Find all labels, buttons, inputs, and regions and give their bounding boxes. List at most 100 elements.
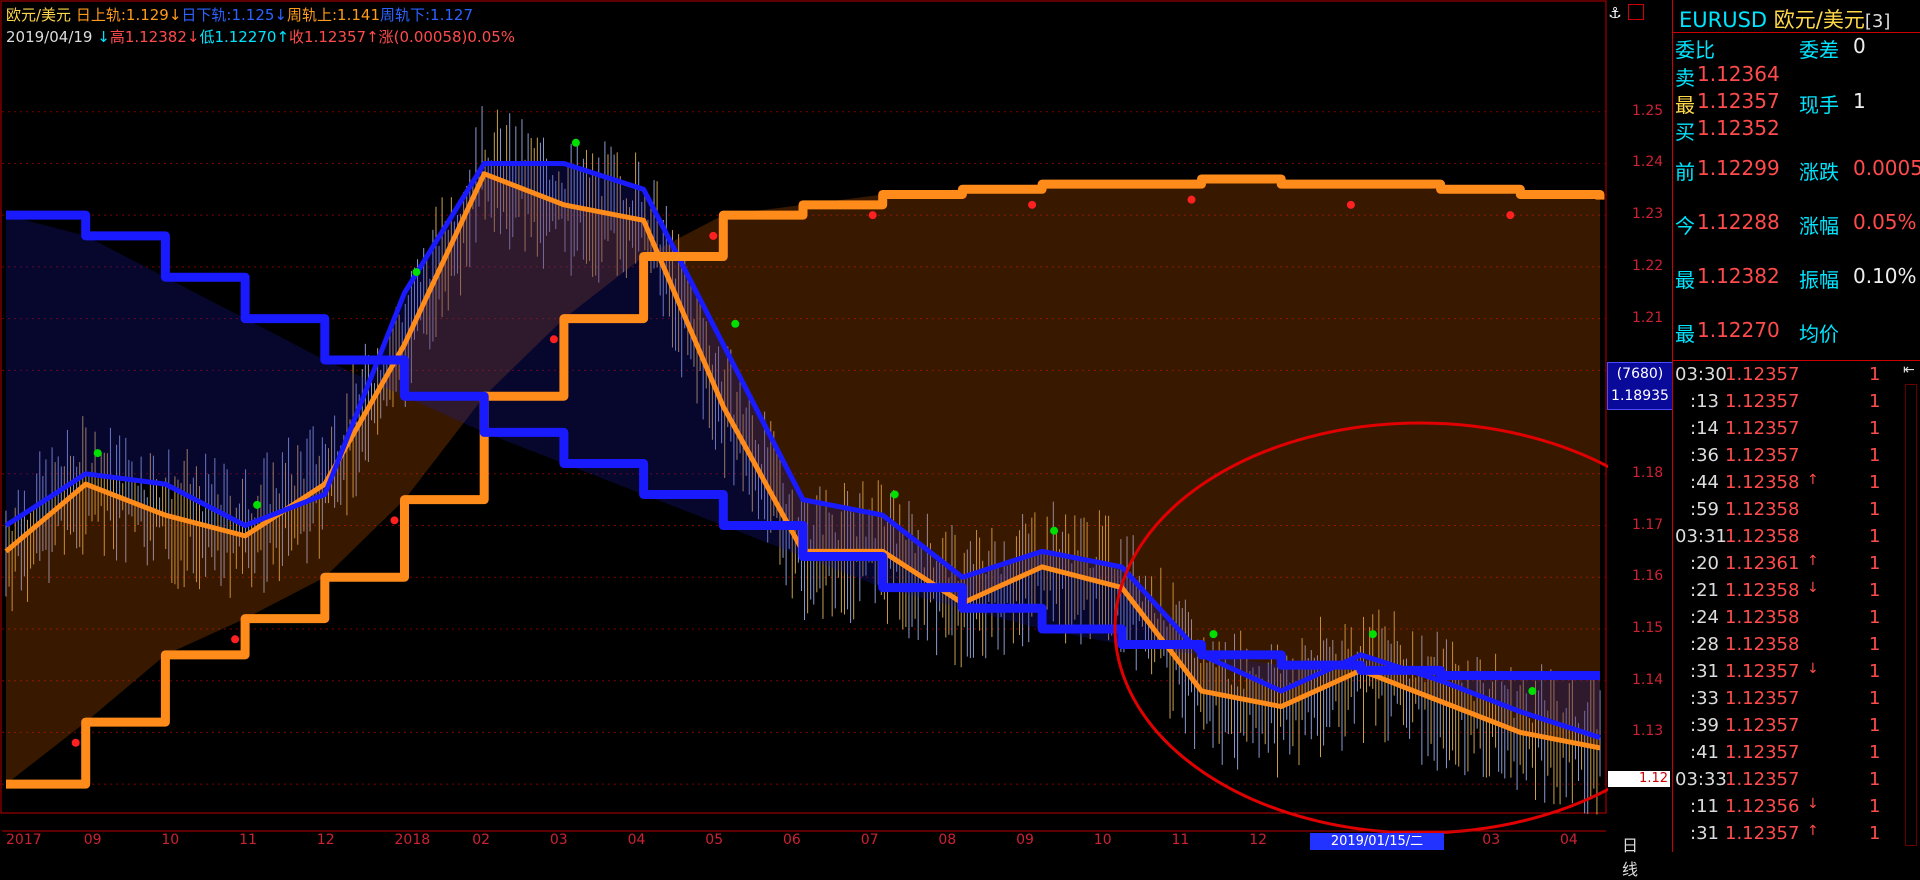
ohlc-value-0: ↓ [97, 28, 110, 46]
buy-signal-dot [412, 268, 421, 277]
trade-time: :41 [1690, 742, 1719, 763]
current-price-tag: 1.12 [1608, 771, 1670, 787]
trade-row[interactable]: :11 1.12356 ↓ 1 [1673, 796, 1920, 823]
buy-signal-dot [571, 138, 580, 147]
symbol-label: 欧元/美元 [6, 6, 72, 24]
trade-price: 1.12357 [1725, 715, 1800, 736]
trade-row[interactable]: :24 1.12358 1 [1673, 607, 1920, 634]
quote-row: 前1.12299 涨跌 0.00058 [1673, 156, 1920, 184]
y-tick-label: 1.16 [1632, 568, 1664, 585]
scroll-track[interactable] [1905, 384, 1917, 846]
quote-row: 最 1.12357 现手 1 [1673, 89, 1920, 117]
scrollbar[interactable]: ⇤ [1901, 362, 1919, 850]
quote-row: 最 1.12270 均价 [1673, 318, 1920, 346]
y-tick-label: 1.21 [1632, 309, 1664, 326]
x-tick-label: 06 [783, 832, 801, 848]
trade-row[interactable]: :14 1.12357 1 [1673, 418, 1920, 445]
window-toggle-icon[interactable] [1628, 4, 1644, 20]
quote-row: 今 1.12288 涨幅 0.05% [1673, 210, 1920, 238]
y-tick-label: 1.24 [1632, 154, 1664, 171]
trade-volume: 1 [1869, 418, 1881, 439]
trade-volume: 1 [1869, 769, 1881, 790]
price-chart[interactable]: 欧元/美元 日上轨:1.129↓日下轨:1.125↓周轨上:1.141周轨下:1… [0, 0, 1727, 879]
channel-value-4: 周轨上:1.141 [287, 6, 380, 24]
expand-icon[interactable]: ⇤ [1903, 362, 1915, 378]
trade-price: 1.12357 [1725, 661, 1800, 682]
trade-volume: 1 [1869, 553, 1881, 574]
buy-signal-dot [1209, 630, 1218, 639]
trade-row[interactable]: 03:31 1.12358 1 [1673, 526, 1920, 553]
trade-time: :14 [1690, 418, 1719, 439]
trade-volume: 1 [1869, 580, 1881, 601]
ohlc-value-8: 0.05% [467, 28, 516, 46]
quote-name: 欧元/美元 [1773, 8, 1865, 32]
quote-label: 买 [1675, 120, 1695, 144]
x-tick-label: 2018 [394, 832, 431, 848]
buy-signal-dot [731, 319, 740, 328]
buy-signal-dot [890, 490, 899, 499]
trade-row[interactable]: :20 1.12361 ↑ 1 [1673, 553, 1920, 580]
trade-price: 1.12357 [1725, 769, 1800, 790]
trade-row[interactable]: 03:30 1.12357 1 [1673, 364, 1920, 391]
trade-price: 1.12357 [1725, 391, 1800, 412]
divider [1673, 360, 1920, 361]
quote-value-right: 0 [1853, 34, 1866, 58]
anchor-icon[interactable]: ⚓ [1606, 4, 1624, 22]
trade-row[interactable]: :39 1.12357 1 [1673, 715, 1920, 742]
buy-signal-dot [1050, 526, 1059, 535]
sell-signal-dot [709, 231, 718, 240]
trade-row[interactable]: :13 1.12357 1 [1673, 391, 1920, 418]
cursor-date-box: 2019/01/15/二 [1310, 833, 1444, 850]
trade-arrow: ↑ [1807, 472, 1819, 488]
trade-row[interactable]: :41 1.12357 1 [1673, 742, 1920, 769]
trade-price: 1.12361 [1725, 553, 1800, 574]
ohlc-value-6: ↑ [366, 28, 379, 46]
trade-row[interactable]: 03:33 1.12357 1 [1673, 769, 1920, 796]
sell-signal-dot [1028, 200, 1037, 209]
quote-label-right: 涨跌 [1799, 160, 1839, 184]
x-tick-label: 02 [472, 832, 491, 848]
trade-row[interactable]: :31 1.12357 ↓ 1 [1673, 661, 1920, 688]
trade-row[interactable]: :59 1.12358 1 [1673, 499, 1920, 526]
x-tick-label: 10 [161, 832, 180, 848]
y-tick-label: 1.13 [1632, 723, 1664, 740]
cursor-price: 1.18935 [1611, 388, 1669, 404]
quote-row: 最 1.12382 振幅 0.10% [1673, 264, 1920, 292]
sell-signal-dot [231, 635, 240, 644]
trade-arrow: ↑ [1807, 823, 1819, 839]
period-label[interactable]: 日线 [1622, 832, 1638, 880]
quote-label: 最 [1675, 93, 1695, 117]
trade-row[interactable]: :21 1.12358 ↓ 1 [1673, 580, 1920, 607]
trade-arrow: ↓ [1807, 796, 1819, 812]
x-tick-label: 04 [627, 832, 646, 848]
trade-row[interactable]: :31 1.12357 ↑ 1 [1673, 823, 1920, 850]
ohlc-value-3: 低1.12270 [199, 28, 277, 46]
quote-label: 今 [1675, 214, 1695, 238]
channel-values: 日上轨:1.129↓日下轨:1.125↓周轨上:1.141周轨下:1.127 [76, 6, 473, 24]
sell-signal-dot [1506, 211, 1515, 220]
buy-signal-dot [1528, 687, 1537, 696]
trade-volume: 1 [1869, 526, 1881, 547]
trade-price: 1.12358 [1725, 499, 1800, 520]
trade-row[interactable]: :33 1.12357 1 [1673, 688, 1920, 715]
trade-row[interactable]: :36 1.12357 1 [1673, 445, 1920, 472]
trade-time: :39 [1690, 715, 1719, 736]
trade-price: 1.12357 [1725, 418, 1800, 439]
trade-time: :44 [1690, 472, 1719, 493]
y-tick-label: 1.14 [1632, 671, 1664, 688]
trade-row[interactable]: :28 1.12358 1 [1673, 634, 1920, 661]
trade-time: :31 [1690, 661, 1719, 682]
quote-value: 1.12270 [1697, 318, 1780, 342]
trade-price: 1.12358 [1725, 607, 1800, 628]
ohlc-value-7: 涨(0.00058) [378, 28, 468, 46]
quote-value-right: 0.05% [1853, 210, 1917, 234]
quote-row: 委比 委差 0 [1673, 34, 1920, 62]
x-tick-label: 05 [705, 832, 724, 848]
trade-time: :21 [1690, 580, 1719, 601]
trade-time: :20 [1690, 553, 1719, 574]
trade-row[interactable]: :44 1.12358 ↑ 1 [1673, 472, 1920, 499]
quote-row: 卖 1.12364 [1673, 62, 1920, 90]
trade-time: :31 [1690, 823, 1719, 844]
chart-canvas[interactable] [0, 0, 1727, 852]
trade-volume: 1 [1869, 472, 1881, 493]
